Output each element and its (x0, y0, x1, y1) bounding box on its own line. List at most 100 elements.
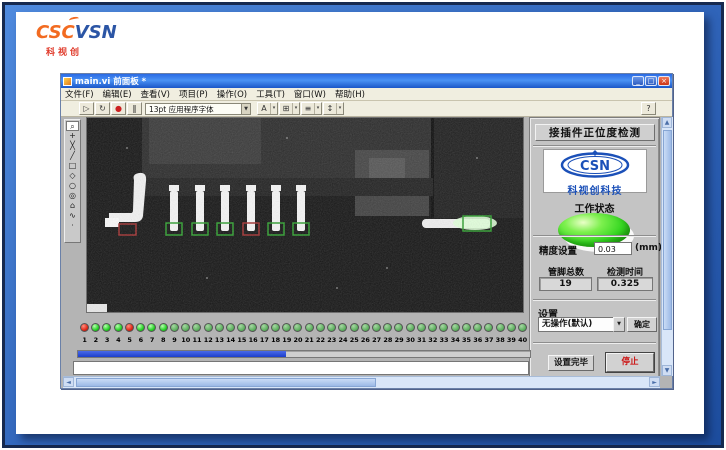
context-help-button[interactable]: ? (641, 102, 656, 115)
pause-button[interactable]: ‖ (127, 102, 142, 115)
led-number-4: 4 (112, 336, 124, 344)
chevron-down-icon[interactable]: ▾ (314, 103, 321, 114)
led-number-2: 2 (90, 336, 102, 344)
precision-input[interactable]: 0.03 (594, 242, 632, 255)
layout-tools-group: A▾⊞▾≡▾↕▾ (257, 102, 344, 116)
image-tool-icon-7[interactable]: ◎ (66, 191, 79, 201)
led-number-1: 1 (79, 336, 91, 344)
align-objects-button[interactable]: ⊞▾ (279, 102, 300, 115)
image-tool-icon-9[interactable]: ∿ (66, 211, 79, 221)
led-number-39: 39 (505, 336, 517, 344)
brand-wordmark: CSCVSN (36, 22, 117, 43)
csn-logo-icon: CSN (559, 150, 631, 178)
vertical-scrollbar[interactable]: ▲ ▼ (661, 117, 673, 376)
camera-image-display[interactable] (86, 117, 524, 313)
divider (533, 299, 656, 301)
vertical-scroll-thumb[interactable] (663, 130, 672, 330)
progress-bar (77, 350, 531, 358)
menu-item-7[interactable]: 帮助(H) (335, 88, 365, 100)
menu-item-1[interactable]: 编辑(E) (103, 88, 132, 100)
scroll-up-icon[interactable]: ▲ (662, 117, 672, 128)
brand-vsn: VSN (75, 22, 117, 43)
menu-item-5[interactable]: 工具(T) (256, 88, 285, 100)
distribute-objects-button[interactable]: ≡▾ (301, 102, 322, 115)
menu-item-4[interactable]: 操作(O) (217, 88, 247, 100)
brand-company-name: 科视创 (46, 45, 117, 58)
confirm-button[interactable]: 确定 (627, 317, 657, 332)
run-continuous-button[interactable]: ↻ (95, 102, 110, 115)
image-tool-icon-4[interactable]: □ (66, 161, 79, 171)
divider (533, 342, 656, 344)
menu-item-6[interactable]: 窗口(W) (294, 88, 326, 100)
setup-done-button[interactable]: 设置完毕 (548, 355, 594, 371)
led-number-23: 23 (326, 336, 338, 344)
led-indicator-31 (417, 323, 426, 332)
settings-dropdown[interactable]: 无操作(默认) ▼ (538, 317, 614, 332)
led-number-7: 7 (146, 336, 158, 344)
image-tool-icon-1[interactable]: + (66, 131, 79, 141)
brand-csc: CSC (36, 22, 75, 43)
run-button[interactable]: ▷ (79, 102, 94, 115)
led-number-26: 26 (359, 336, 371, 344)
text-settings-button[interactable]: A▾ (257, 102, 278, 115)
led-indicator-10 (181, 323, 190, 332)
menu-item-0[interactable]: 文件(F) (65, 88, 94, 100)
chevron-down-icon[interactable]: ▾ (270, 103, 277, 114)
horizontal-scroll-thumb[interactable] (76, 378, 376, 387)
led-number-5: 5 (124, 336, 136, 344)
led-indicator-13 (215, 323, 224, 332)
led-indicator-36 (473, 323, 482, 332)
scroll-down-icon[interactable]: ▼ (662, 365, 672, 376)
led-number-37: 37 (483, 336, 495, 344)
horizontal-scrollbar[interactable]: ◄ ► (63, 376, 660, 388)
image-tool-icon-3[interactable]: ╱ (66, 151, 79, 161)
labview-app-icon (63, 77, 72, 86)
led-number-31: 31 (416, 336, 428, 344)
maximize-button[interactable]: □ (645, 76, 657, 86)
image-tool-icon-5[interactable]: ◇ (66, 171, 79, 181)
scroll-left-icon[interactable]: ◄ (63, 377, 74, 387)
led-number-19: 19 (281, 336, 293, 344)
resize-objects-button[interactable]: ↕▾ (323, 102, 344, 115)
led-number-33: 33 (438, 336, 450, 344)
led-indicator-18 (271, 323, 280, 332)
progress-fill (78, 351, 286, 357)
led-number-27: 27 (371, 336, 383, 344)
divider (533, 145, 656, 147)
image-tool-icon-0[interactable]: ⌕ (66, 121, 79, 131)
abort-button[interactable]: ● (111, 102, 126, 115)
message-field[interactable] (73, 361, 529, 375)
stop-button[interactable]: 停止 (606, 353, 654, 372)
led-number-20: 20 (292, 336, 304, 344)
led-number-6: 6 (135, 336, 147, 344)
settings-dropdown-value: 无操作(默认) (542, 319, 592, 329)
led-number-25: 25 (348, 336, 360, 344)
led-indicator-22 (316, 323, 325, 332)
led-number-11: 11 (191, 336, 203, 344)
font-selector[interactable]: 13pt 应用程序字体 ▼ (145, 103, 251, 115)
chevron-down-icon[interactable]: ▼ (613, 317, 625, 332)
divider (533, 235, 656, 237)
chevron-down-icon[interactable]: ▾ (292, 103, 299, 114)
chevron-down-icon[interactable]: ▼ (241, 104, 250, 114)
led-indicator-39 (507, 323, 516, 332)
led-number-30: 30 (404, 336, 416, 344)
image-tool-icon-8[interactable]: ⌂ (66, 201, 79, 211)
menu-item-3[interactable]: 项目(P) (179, 88, 208, 100)
led-number-3: 3 (101, 336, 113, 344)
menu-item-2[interactable]: 查看(V) (141, 88, 170, 100)
minimize-button[interactable]: _ (632, 76, 644, 86)
close-button[interactable]: × (658, 76, 670, 86)
chevron-down-icon[interactable]: ▾ (336, 103, 343, 114)
image-tool-icon-10[interactable]: · (66, 221, 79, 231)
scroll-right-icon[interactable]: ► (649, 377, 660, 387)
led-number-22: 22 (315, 336, 327, 344)
window-titlebar[interactable]: main.vi 前面板 * _ □ × (61, 74, 672, 88)
image-tool-icon-6[interactable]: ○ (66, 181, 79, 191)
led-number-40: 40 (517, 336, 529, 344)
led-indicator-4 (114, 323, 123, 332)
led-number-38: 38 (494, 336, 506, 344)
led-indicator-35 (462, 323, 471, 332)
image-tool-icon-2[interactable]: ╳ (66, 141, 79, 151)
image-tool-palette: ⌕+╳╱□◇○◎⌂∿· (64, 119, 81, 243)
